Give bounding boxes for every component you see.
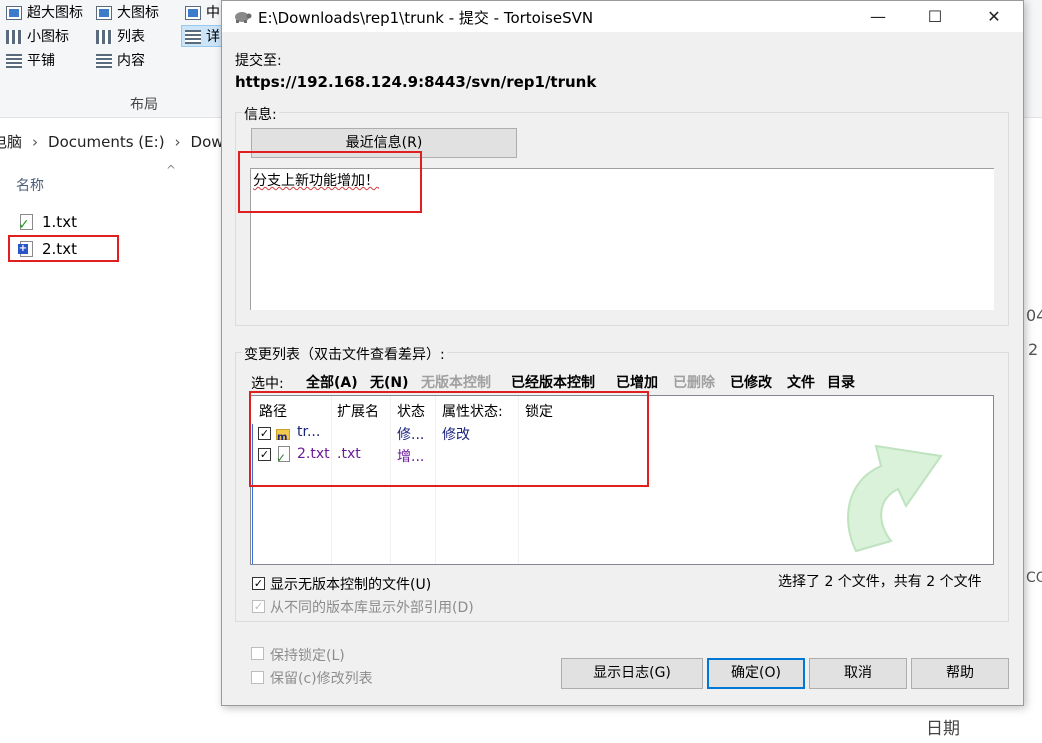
- list-icon: [96, 30, 112, 44]
- view-large-icons[interactable]: 大图标: [96, 2, 159, 24]
- keep-locks-checkbox: [251, 647, 264, 660]
- breadcrumb-item[interactable]: 电脑: [0, 133, 22, 151]
- minimize-button[interactable]: —: [855, 1, 901, 32]
- show-log-button[interactable]: 显示日志(G): [561, 658, 703, 689]
- highlight-box-list: [249, 391, 649, 487]
- selection-summary: 选择了 2 个文件，共有 2 个文件: [778, 574, 982, 590]
- breadcrumb: 电脑›Documents (E:)›Down: [0, 128, 233, 156]
- filter-deleted: 已删除: [673, 375, 715, 391]
- content-icon: [96, 54, 112, 68]
- sort-up-icon: ^: [166, 163, 177, 177]
- show-unversioned-checkbox[interactable]: ✓: [252, 577, 265, 590]
- medium-icons-icon: [185, 6, 201, 20]
- cancel-button[interactable]: 取消: [809, 658, 907, 689]
- keep-changelists-label: 保留(c)修改列表: [270, 671, 373, 687]
- right-strip-text: 2: [1028, 340, 1039, 359]
- chevron-right-icon: ›: [174, 133, 181, 151]
- show-unversioned-label[interactable]: 显示无版本控制的文件(U): [270, 574, 431, 594]
- maximize-button[interactable]: ☐: [912, 1, 958, 32]
- title-bar: E:\Downloads\rep1\trunk - 提交 - TortoiseS…: [222, 1, 1023, 32]
- svn-normal-file-icon: ✓: [18, 213, 36, 233]
- breadcrumb-item[interactable]: Documents (E:): [48, 133, 165, 151]
- maximize-icon: ☐: [927, 7, 943, 26]
- view-small-icons[interactable]: 小图标: [6, 26, 69, 48]
- ribbon-group-label: 布局: [130, 97, 158, 113]
- right-strip-text: 04: [1026, 306, 1042, 325]
- commit-to-label: 提交至:: [235, 53, 282, 69]
- view-extra-large-icons[interactable]: 超大图标: [6, 2, 83, 24]
- keep-changelists-checkbox: [251, 671, 264, 684]
- view-content[interactable]: 内容: [96, 50, 145, 72]
- file-item[interactable]: ✓ 1.txt: [18, 211, 77, 233]
- view-details[interactable]: 详: [185, 26, 220, 48]
- tiles-icon: [6, 54, 22, 68]
- highlight-box-message: [238, 151, 422, 213]
- column-header-date[interactable]: 日期: [926, 714, 960, 739]
- highlight-box-file: [8, 235, 119, 262]
- filter-modified[interactable]: 已修改: [730, 372, 772, 392]
- extra-large-icons-icon: [6, 6, 22, 20]
- show-externals-checkbox: ✓: [252, 600, 265, 613]
- commit-url: https://192.168.124.9:8443/svn/rep1/trun…: [235, 73, 597, 91]
- tortoise-arrow-watermark-icon: [847, 444, 943, 553]
- window-title: E:\Downloads\rep1\trunk - 提交 - TortoiseS…: [258, 9, 594, 27]
- close-button[interactable]: ✕: [971, 1, 1017, 32]
- right-strip-text: CO: [1026, 570, 1042, 586]
- filter-versioned[interactable]: 已经版本控制: [511, 372, 595, 392]
- filter-files[interactable]: 文件: [787, 372, 815, 392]
- details-icon: [185, 30, 201, 44]
- keep-locks-label: 保持锁定(L): [270, 648, 345, 664]
- close-icon: ✕: [987, 7, 1001, 26]
- view-tiles[interactable]: 平铺: [6, 50, 55, 72]
- filter-directories[interactable]: 目录: [827, 372, 855, 392]
- select-label: 选中:: [251, 376, 284, 392]
- column-header-name[interactable]: 名称: [16, 175, 44, 195]
- message-group-label: 信息:: [242, 104, 279, 124]
- changes-group-label: 变更列表（双击文件查看差异）:: [242, 344, 447, 364]
- filter-none[interactable]: 无(N): [370, 372, 409, 392]
- filter-added[interactable]: 已增加: [616, 372, 658, 392]
- chevron-right-icon: ›: [32, 133, 39, 151]
- help-button[interactable]: 帮助: [911, 658, 1009, 689]
- tortoise-icon: [235, 12, 252, 23]
- filter-all[interactable]: 全部(A): [306, 372, 358, 392]
- ok-button[interactable]: 确定(O): [707, 658, 805, 689]
- small-icons-icon: [6, 30, 22, 44]
- show-externals-label: 从不同的版本库显示外部引用(D): [270, 600, 474, 616]
- view-medium-icons[interactable]: 中: [185, 2, 220, 24]
- view-list[interactable]: 列表: [96, 26, 145, 48]
- minimize-icon: —: [870, 7, 886, 26]
- filter-unversioned: 无版本控制: [421, 375, 491, 391]
- large-icons-icon: [96, 6, 112, 20]
- commit-dialog: E:\Downloads\rep1\trunk - 提交 - TortoiseS…: [221, 0, 1024, 706]
